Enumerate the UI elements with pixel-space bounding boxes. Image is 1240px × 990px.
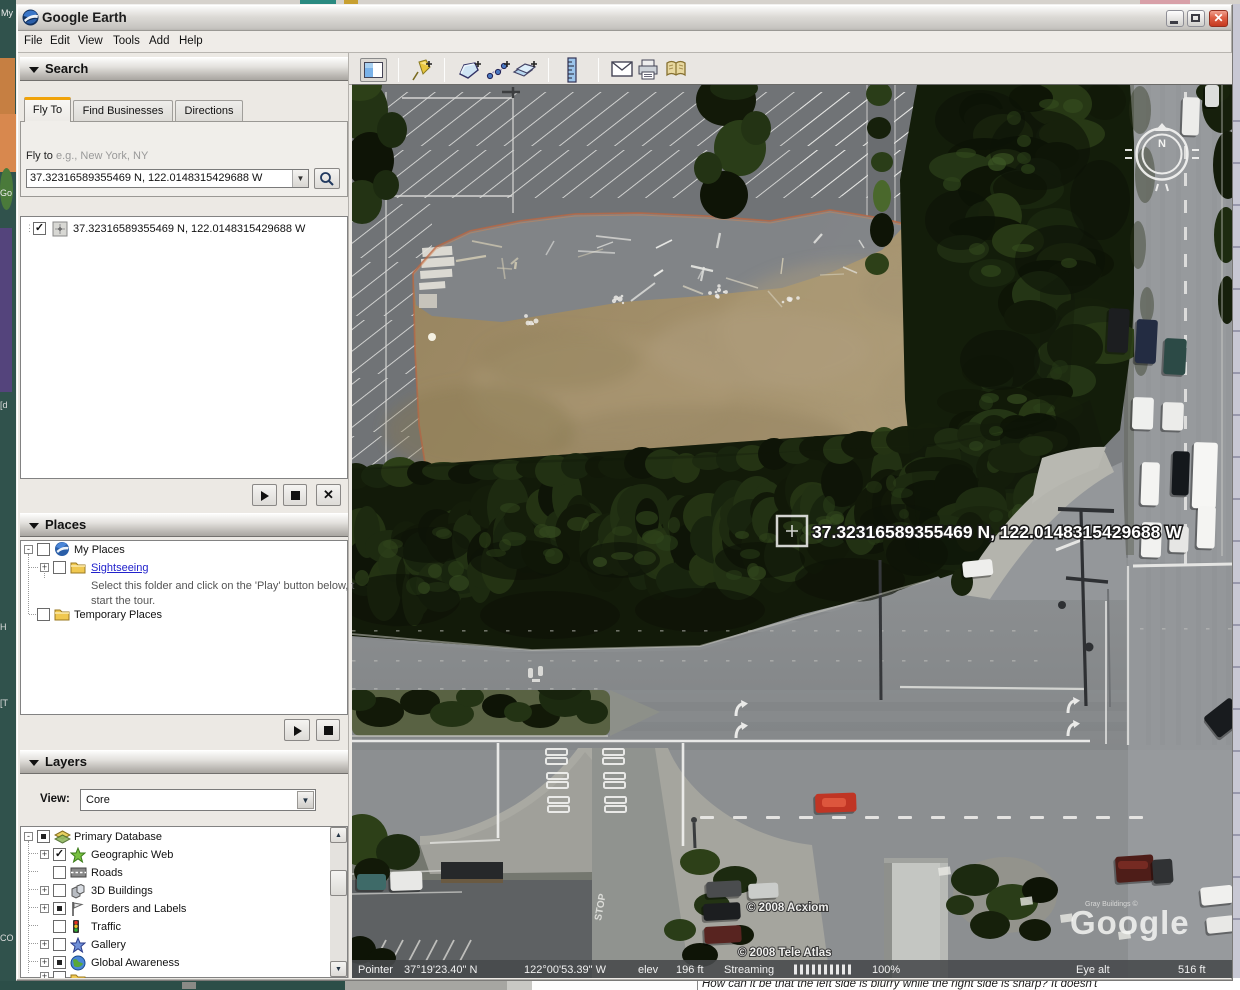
svg-text:Pointer: Pointer [358,964,393,976]
svg-text:516 ft: 516 ft [1178,964,1206,976]
svg-text:© 2008 Tele Atlas: © 2008 Tele Atlas [738,947,832,959]
svg-text:122°00'53.39" W: 122°00'53.39" W [524,964,607,976]
svg-text:Eye alt: Eye alt [1076,964,1110,976]
svg-text:elev: elev [638,964,659,976]
svg-text:N: N [1158,138,1166,150]
svg-text:100%: 100% [872,964,900,976]
svg-text:37°19'23.40" N: 37°19'23.40" N [404,964,477,976]
svg-text:© 2008 Acxiom: © 2008 Acxiom [747,902,829,914]
svg-text:Streaming: Streaming [724,964,774,976]
svg-text:Google: Google [1070,904,1190,941]
svg-text:196 ft: 196 ft [676,964,704,976]
svg-text:37.32316589355469 N, 122.01483: 37.32316589355469 N, 122.0148315429688 W [812,522,1182,542]
